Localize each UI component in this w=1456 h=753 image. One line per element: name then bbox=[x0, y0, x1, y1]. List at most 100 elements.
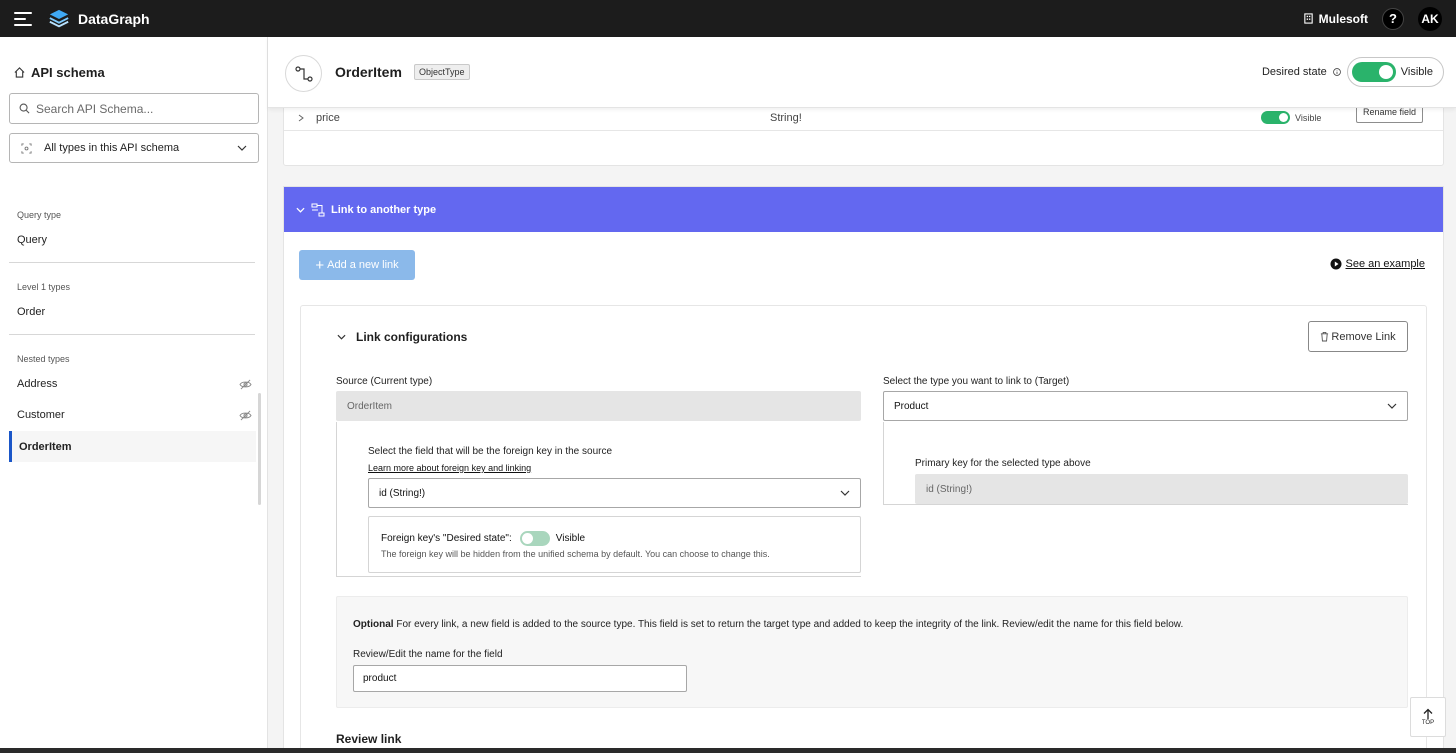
chevron-down-icon bbox=[337, 334, 346, 340]
sidebar-item-orderitem[interactable]: OrderItem bbox=[9, 431, 256, 462]
avatar[interactable]: AK bbox=[1418, 6, 1442, 31]
scroll-to-top-button[interactable]: TOP bbox=[1410, 697, 1446, 737]
sidebar-item-address[interactable]: Address bbox=[17, 378, 252, 390]
table-row[interactable]: price String! Visible Rename field bbox=[284, 108, 1443, 131]
eye-off-icon[interactable] bbox=[239, 379, 252, 390]
plus-icon: + bbox=[315, 256, 325, 274]
filter-scope-icon bbox=[21, 142, 32, 154]
top-bar: DataGraph Mulesoft ? AK bbox=[0, 0, 1456, 37]
fields-card: price String! Visible Rename field bbox=[283, 108, 1444, 166]
divider bbox=[9, 334, 255, 335]
arrow-up-icon bbox=[1423, 708, 1433, 719]
primary-key-group: Primary key for the selected type above … bbox=[883, 422, 1408, 505]
optional-text: For every link, a new field is added to … bbox=[393, 619, 1184, 630]
trash-icon bbox=[1321, 332, 1329, 342]
primary-key-field: id (String!) bbox=[915, 474, 1408, 504]
building-icon bbox=[1303, 13, 1313, 24]
link-type-icon bbox=[311, 203, 325, 216]
main-content: price String! Visible Rename field Link … bbox=[268, 108, 1456, 753]
home-icon bbox=[14, 67, 25, 78]
sidebar-item-label: OrderItem bbox=[19, 440, 72, 453]
eye-off-icon[interactable] bbox=[239, 410, 252, 421]
sidebar-item-query[interactable]: Query bbox=[17, 234, 252, 246]
search-input[interactable] bbox=[36, 101, 236, 116]
optional-label: Optional bbox=[353, 619, 394, 630]
field-visibility-toggle[interactable] bbox=[1261, 111, 1290, 124]
link-panel-title: Link to another type bbox=[331, 203, 437, 216]
datagraph-logo-icon bbox=[49, 9, 69, 27]
field-name: price bbox=[316, 112, 340, 124]
sidebar-item-label: Order bbox=[17, 306, 46, 318]
divider bbox=[9, 262, 255, 263]
object-type-icon bbox=[285, 55, 322, 92]
visibility-toggle-group[interactable]: Visible bbox=[1346, 57, 1444, 87]
source-field: OrderItem bbox=[336, 391, 861, 421]
target-type-select[interactable]: Product bbox=[883, 391, 1408, 421]
foreign-key-state-row: Foreign key's "Desired state": Visible bbox=[381, 531, 585, 546]
field-visibility[interactable]: Visible bbox=[1261, 111, 1321, 124]
foreign-key-select[interactable]: id (String!) bbox=[368, 478, 861, 508]
bottom-edge bbox=[0, 748, 1456, 753]
optional-field-card: Optional For every link, a new field is … bbox=[336, 596, 1408, 708]
chevron-right-icon[interactable] bbox=[298, 114, 304, 122]
target-label: Select the type you want to link to (Tar… bbox=[883, 376, 1070, 387]
section-query-type: Query type bbox=[17, 210, 62, 220]
visibility-label: Visible bbox=[1400, 66, 1433, 78]
desired-state: Desired state Visible bbox=[1262, 57, 1444, 87]
org-name: Mulesoft bbox=[1318, 11, 1368, 26]
foreign-key-value: id (String!) bbox=[379, 487, 426, 499]
app-name: DataGraph bbox=[78, 10, 150, 27]
remove-link-label: Remove Link bbox=[1331, 330, 1396, 343]
foreign-key-state-label: Foreign key's "Desired state": bbox=[381, 533, 512, 544]
sidebar-title-label: API schema bbox=[31, 65, 105, 80]
field-name-label: Review/Edit the name for the field bbox=[353, 649, 503, 660]
sidebar-scrollbar[interactable] bbox=[258, 393, 261, 505]
see-example-label: See an example bbox=[1345, 258, 1426, 270]
sidebar: API schema All types in this API schema … bbox=[0, 37, 268, 753]
top-label: TOP bbox=[1421, 720, 1435, 726]
section-level1-types: Level 1 types bbox=[17, 282, 71, 292]
page-title: OrderItem bbox=[335, 64, 402, 80]
help-button[interactable]: ? bbox=[1382, 7, 1404, 30]
target-type-value: Product bbox=[894, 400, 929, 412]
type-badge: ObjectType bbox=[414, 64, 470, 80]
type-filter-select[interactable]: All types in this API schema bbox=[9, 133, 259, 163]
menu-icon[interactable] bbox=[14, 11, 32, 26]
link-panel-header[interactable]: Link to another type bbox=[284, 187, 1443, 232]
sidebar-item-label: Customer bbox=[17, 409, 65, 421]
search-icon bbox=[19, 103, 30, 114]
visibility-toggle[interactable] bbox=[1351, 62, 1396, 82]
learn-more-link[interactable]: Learn more about foreign key and linking bbox=[368, 463, 531, 473]
type-header: OrderItem ObjectType Desired state Visib… bbox=[268, 37, 1456, 108]
add-link-button[interactable]: + Add a new link bbox=[299, 250, 415, 280]
sidebar-title: API schema bbox=[14, 65, 105, 80]
link-panel: Link to another type + Add a new link Se… bbox=[283, 186, 1444, 753]
sidebar-item-order[interactable]: Order bbox=[17, 306, 252, 318]
link-config-header[interactable]: Link configurations bbox=[337, 330, 467, 344]
type-filter-label: All types in this API schema bbox=[44, 142, 180, 154]
desired-state-label: Desired state bbox=[1261, 66, 1327, 78]
section-nested-types: Nested types bbox=[17, 354, 70, 364]
field-type: String! bbox=[770, 112, 802, 124]
field-name-input[interactable] bbox=[353, 665, 687, 692]
foreign-key-group: Select the field that will be the foreig… bbox=[336, 422, 861, 577]
rename-field-button[interactable]: Rename field bbox=[1356, 108, 1424, 123]
field-visibility-label: Visible bbox=[1295, 112, 1322, 123]
see-example-link[interactable]: See an example bbox=[1330, 258, 1426, 270]
sidebar-item-label: Address bbox=[17, 378, 58, 390]
info-icon[interactable] bbox=[1332, 68, 1341, 76]
review-link-title: Review link bbox=[336, 732, 402, 746]
chevron-down-icon bbox=[237, 145, 247, 151]
foreign-key-state-help: The foreign key will be hidden from the … bbox=[381, 549, 770, 559]
optional-description: Optional For every link, a new field is … bbox=[353, 619, 1183, 630]
play-icon bbox=[1330, 258, 1341, 270]
foreign-key-state-box: Foreign key's "Desired state": Visible T… bbox=[368, 516, 861, 573]
remove-link-button[interactable]: Remove Link bbox=[1308, 321, 1408, 352]
sidebar-item-customer[interactable]: Customer bbox=[17, 409, 252, 421]
org-switcher[interactable]: Mulesoft bbox=[1303, 12, 1368, 26]
foreign-key-visibility-toggle[interactable] bbox=[519, 531, 550, 546]
source-label: Source (Current type) bbox=[336, 376, 433, 387]
chevron-down-icon bbox=[840, 490, 850, 496]
chevron-down-icon bbox=[296, 207, 305, 213]
search-input-wrap[interactable] bbox=[9, 93, 259, 124]
